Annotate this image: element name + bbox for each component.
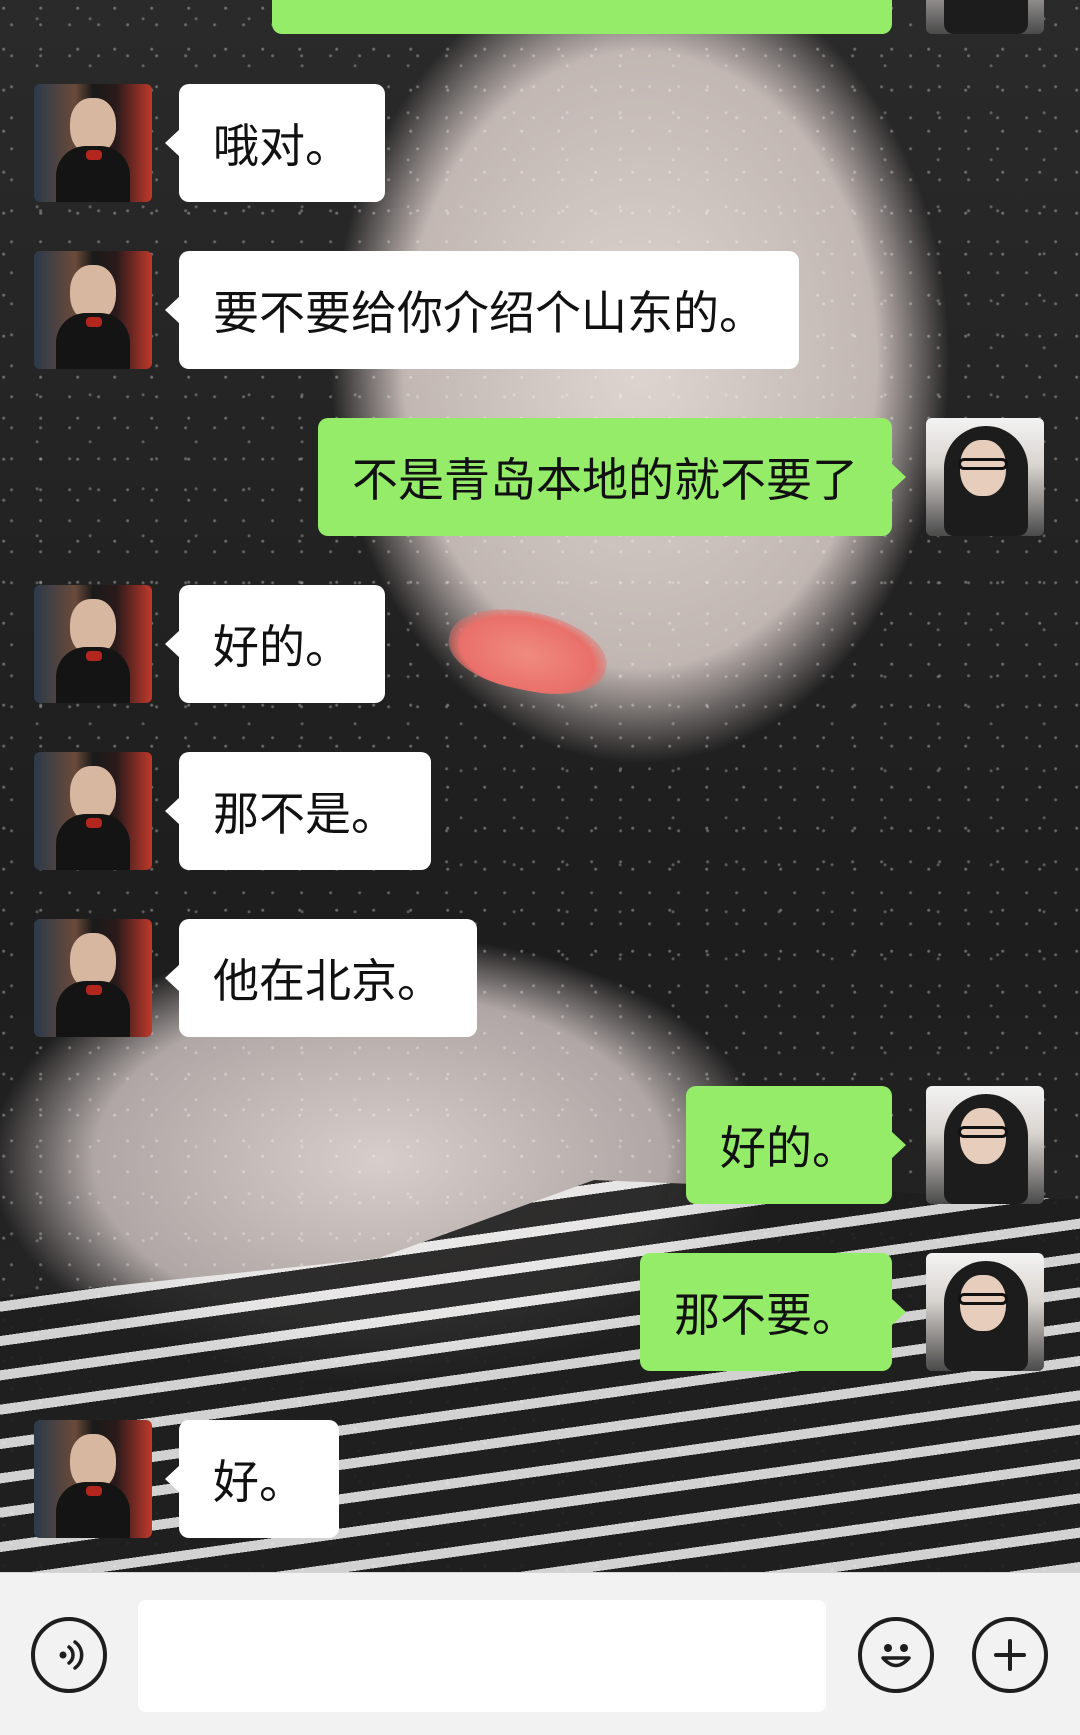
outgoing-bubble[interactable] [272,0,892,34]
message-input[interactable] [138,1600,826,1712]
emoji-icon[interactable] [858,1617,934,1693]
plus-icon[interactable] [972,1617,1048,1693]
message-row: 要不要给你介绍个山东的。 [0,251,1080,369]
incoming-bubble[interactable]: 哦对。 [165,84,385,202]
contact-avatar[interactable] [34,585,152,703]
emoji-icon-glyph [881,1644,911,1668]
message-row: 他在北京。 [0,919,1080,1037]
message-row: 好的。 [0,1086,1080,1204]
my-avatar[interactable] [926,418,1044,536]
plus-icon-glyph [994,1639,1026,1671]
contact-avatar[interactable] [34,919,152,1037]
contact-avatar[interactable] [34,251,152,369]
contact-avatar[interactable] [34,1420,152,1538]
incoming-bubble[interactable]: 好。 [165,1420,339,1538]
outgoing-bubble[interactable]: 不是青岛本地的就不要了 [318,418,906,536]
outgoing-bubble[interactable]: 那不要。 [640,1253,906,1371]
contact-avatar[interactable] [34,84,152,202]
voice-icon[interactable] [31,1617,107,1693]
message-row: 那不是。 [0,752,1080,870]
outgoing-bubble[interactable]: 好的。 [686,1086,906,1204]
my-avatar[interactable] [926,1253,1044,1371]
voice-icon-glyph [59,1640,84,1670]
incoming-bubble[interactable]: 要不要给你介绍个山东的。 [165,251,799,369]
message-list[interactable]: 哦对。 要不要给你介绍个山东的。 不是青岛本地的就不要了 好的。 那不是。 他在… [0,0,1080,1572]
message-row: 好的。 [0,585,1080,703]
incoming-bubble[interactable]: 那不是。 [165,752,431,870]
message-row [0,0,1080,34]
my-avatar[interactable] [926,0,1044,34]
message-row: 哦对。 [0,84,1080,202]
message-row: 不是青岛本地的就不要了 [0,418,1080,536]
my-avatar[interactable] [926,1086,1044,1204]
contact-avatar[interactable] [34,752,152,870]
message-row: 好。 [0,1420,1080,1538]
input-bar [0,1572,1080,1735]
incoming-bubble[interactable]: 他在北京。 [165,919,477,1037]
message-row: 那不要。 [0,1253,1080,1371]
incoming-bubble[interactable]: 好的。 [165,585,385,703]
